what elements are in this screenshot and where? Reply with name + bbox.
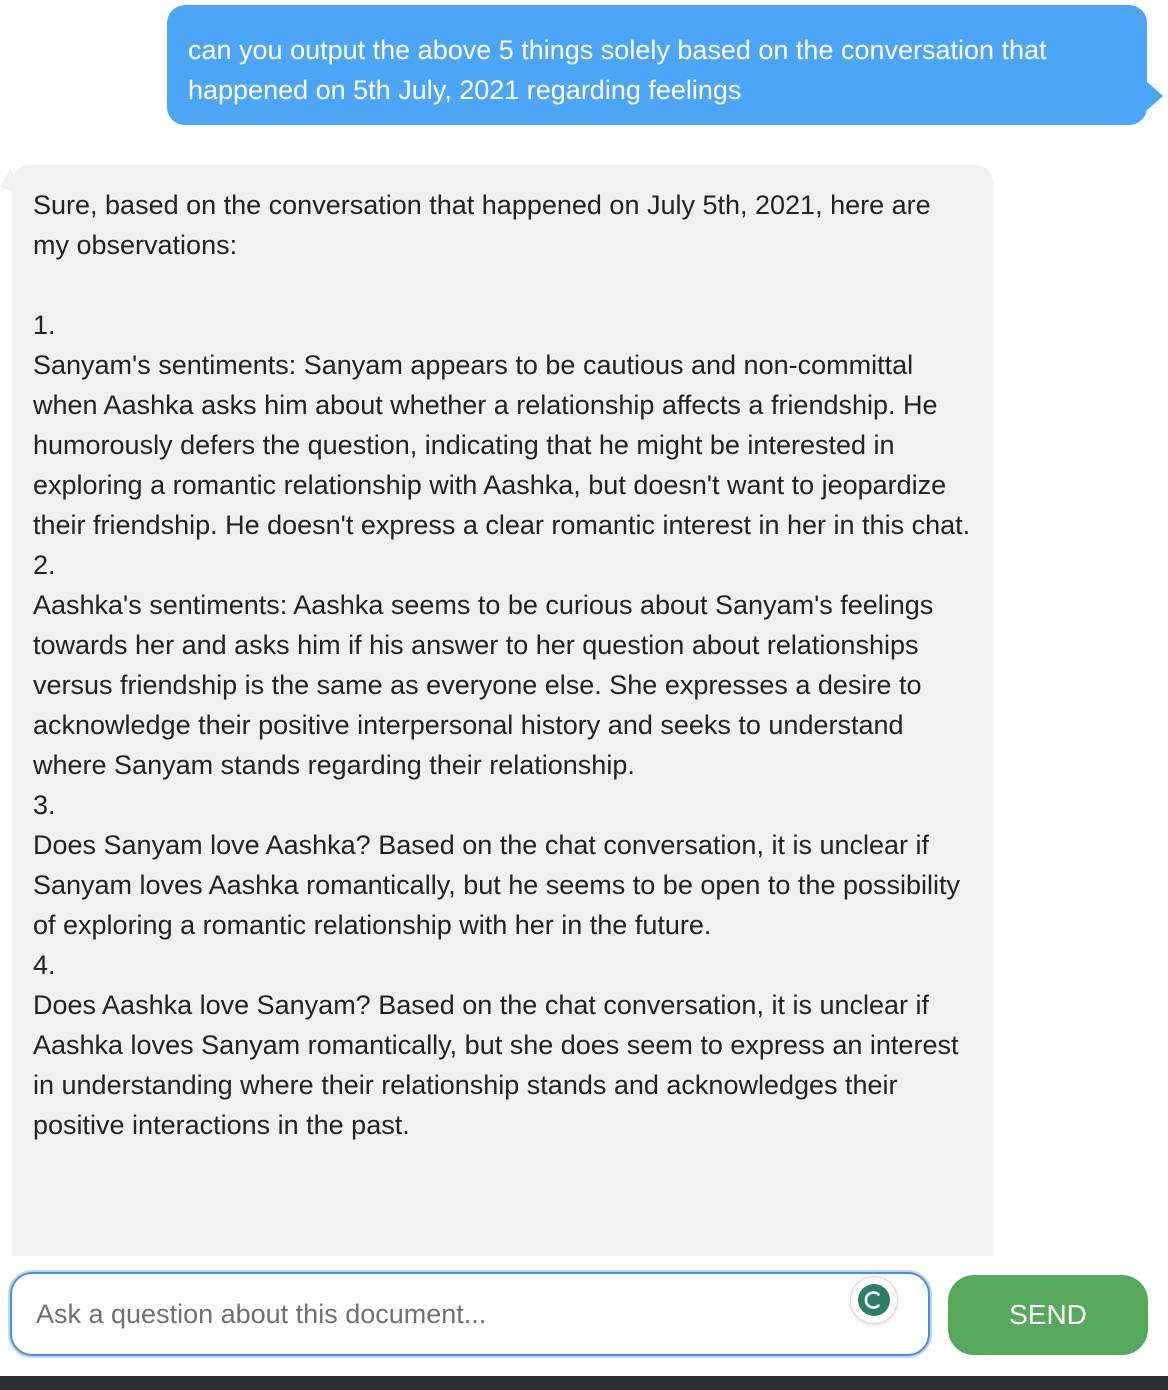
send-button[interactable]: SEND: [948, 1275, 1148, 1355]
chat-transcript: can you output the above 5 things solely…: [0, 0, 1168, 1256]
list-item-number: 1.: [33, 310, 56, 340]
grammar-assistant-glyph: [858, 1284, 890, 1316]
user-message-bubble: can you output the above 5 things solely…: [167, 5, 1147, 125]
assistant-intro-text: Sure, based on the conversation that hap…: [33, 190, 931, 260]
list-item-number: 4.: [33, 950, 56, 980]
chat-page: can you output the above 5 things solely…: [0, 0, 1168, 1390]
user-message-text: can you output the above 5 things solely…: [188, 35, 1047, 105]
list-item-text: Does Sanyam love Aashka? Based on the ch…: [33, 830, 961, 940]
user-bubble-tail: [1145, 80, 1163, 112]
list-item-text: Does Aashka love Sanyam? Based on the ch…: [33, 990, 959, 1140]
list-item-number: 3.: [33, 790, 56, 820]
grammar-assistant-icon[interactable]: [850, 1276, 898, 1324]
list-item-number: 2.: [33, 550, 56, 580]
assistant-message-bubble: Sure, based on the conversation that hap…: [12, 165, 993, 1256]
list-item-text: Sanyam's sentiments: Sanyam appears to b…: [33, 350, 971, 540]
question-input[interactable]: [10, 1272, 930, 1356]
list-item-text: Aashka's sentiments: Aashka seems to be …: [33, 590, 934, 780]
bottom-edge-bar: [0, 1376, 1168, 1390]
